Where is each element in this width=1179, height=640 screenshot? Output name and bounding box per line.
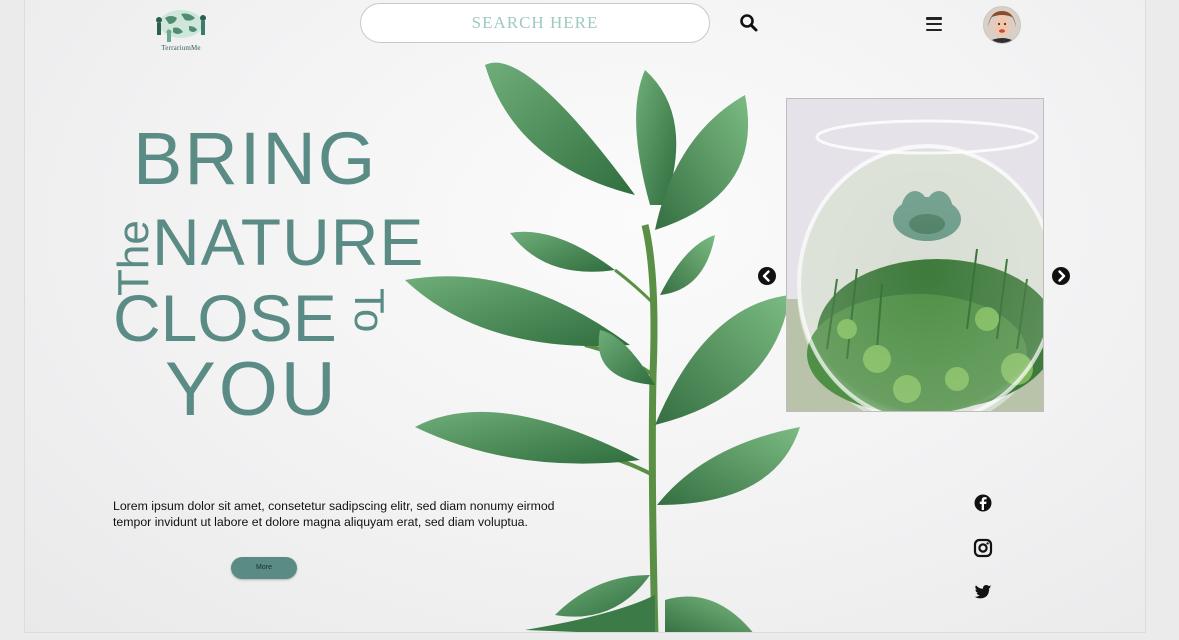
twitter-link[interactable] [973,582,993,602]
carousel-next-button[interactable] [1052,267,1070,285]
facebook-link[interactable] [973,493,993,513]
facebook-icon [974,494,992,512]
search-icon [740,14,758,32]
hero-description: Lorem ipsum dolor sit amet, consetetur s… [113,499,555,529]
search-placeholder: SEARCH HERE [471,13,599,32]
logo-text: TerrariumMe [161,44,201,52]
search-input[interactable]: SEARCH HERE [360,3,710,43]
brand-logo[interactable]: TerrariumMe [145,6,217,54]
more-button[interactable]: More [231,557,297,579]
hero-word-you: YOU [165,347,339,432]
search-button[interactable] [739,13,759,33]
plant-image [405,62,800,632]
chevron-left-icon [762,270,770,282]
terrarium-image [787,99,1043,411]
page-frame: TerrariumMe SEARCH HERE BRING NATURE CLO… [24,0,1146,633]
hamburger-menu-icon[interactable] [924,17,944,35]
hero-word-to: To [346,288,393,333]
instagram-link[interactable] [973,538,993,558]
twitter-icon [974,585,992,599]
user-photo [984,7,1020,43]
hero-word-nature: NATURE [152,205,425,279]
chevron-right-icon [1058,270,1066,282]
carousel-image [786,98,1044,412]
globe-people-icon [156,10,206,42]
instagram-icon [973,538,993,558]
hero-word-the: The [109,220,158,296]
hero-word-bring: BRING [133,117,378,200]
carousel-prev-button[interactable] [758,267,776,285]
avatar[interactable] [983,6,1021,44]
